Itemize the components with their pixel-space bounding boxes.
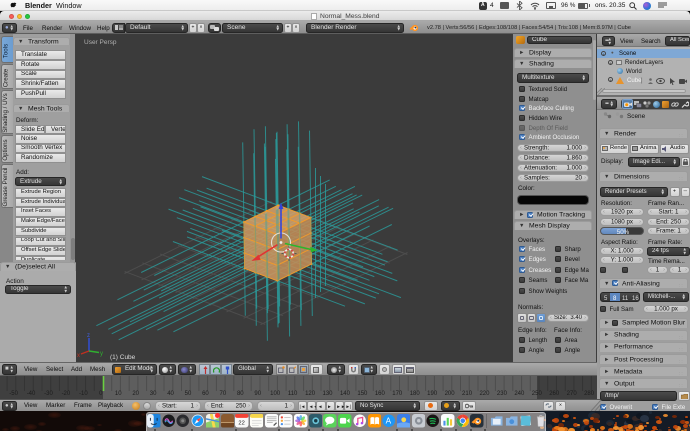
- svg-text:User Persp: User Persp: [84, 39, 117, 46]
- svg-text:z: z: [87, 333, 90, 339]
- svg-text:A: A: [386, 417, 392, 426]
- svg-text:(1) Cube: (1) Cube: [110, 354, 136, 361]
- svg-text:22: 22: [239, 421, 245, 427]
- svg-text:x: x: [77, 353, 80, 359]
- svg-text:y: y: [100, 351, 103, 357]
